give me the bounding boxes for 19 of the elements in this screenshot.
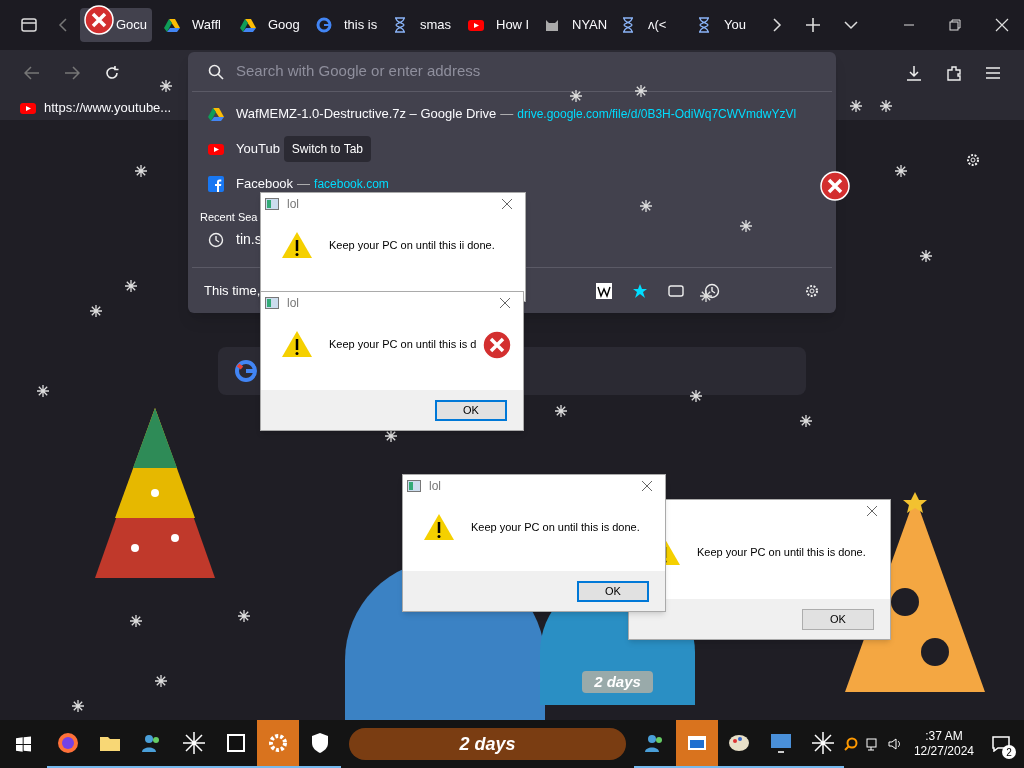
shortcuts-label: This time,	[204, 281, 261, 300]
url-text: drive.google.com/file/d/0B3H-OdiWq7CWVmdwYzVl	[517, 105, 797, 123]
dialog-message: Keep your PC on until this is d	[329, 336, 477, 352]
banner-text: 2 days	[459, 732, 516, 756]
dialog-title: lol	[429, 478, 441, 495]
dialog-title: lol	[287, 295, 299, 312]
clock-time: :37 AM	[925, 729, 963, 744]
dialog-title: lol	[287, 196, 299, 213]
notification-count: 2	[1002, 745, 1016, 759]
dialog-message: Keep your PC on until this is done.	[471, 519, 640, 535]
globe-label: 2 days	[582, 670, 653, 693]
separator-dash: —	[297, 174, 311, 193]
url-text: facebook.com	[314, 175, 389, 193]
separator-dash: —	[500, 104, 514, 123]
clock-date: 12/27/2024	[913, 744, 974, 759]
switch-to-tab-label: Switch to Tab	[283, 135, 371, 162]
section-heading: Recent Sea	[199, 210, 259, 225]
dialog-message: Keep your PC on until this ii done.	[329, 237, 495, 253]
dialog-message: Keep your PC on until this is done.	[697, 544, 866, 560]
